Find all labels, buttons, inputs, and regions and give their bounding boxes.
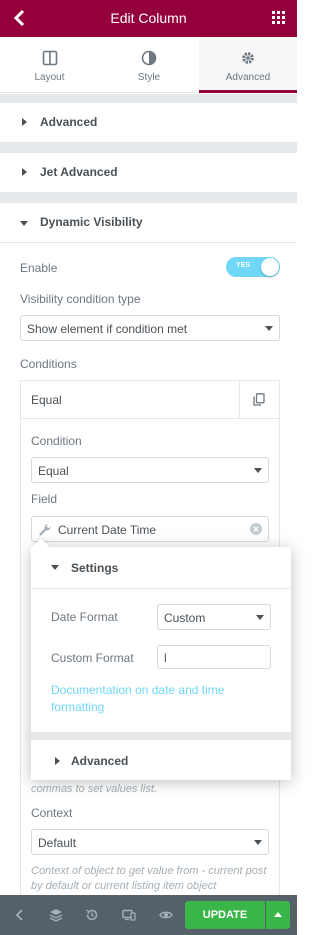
condition-select[interactable]: Equal [31, 457, 269, 483]
panel-tabs: Layout Style Advanced [0, 37, 297, 93]
caret-down-icon [20, 221, 28, 226]
panel-title: Edit Column [110, 10, 187, 26]
condition-label: Condition [31, 434, 82, 448]
condition-type-label: Visibility condition type [20, 292, 141, 306]
chevron-down-icon [254, 840, 262, 845]
responsive-icon[interactable] [122, 908, 136, 922]
custom-format-label: Custom Format [51, 651, 134, 665]
section-advanced[interactable]: Advanced [0, 103, 297, 143]
layout-icon [42, 50, 57, 66]
enable-label: Enable [20, 261, 58, 275]
custom-format-value: l [164, 651, 167, 665]
toggle-knob [261, 258, 279, 276]
chevron-down-icon [265, 326, 273, 331]
chevron-down-icon [254, 468, 262, 473]
date-format-value: Custom [164, 611, 206, 625]
condition-item-header[interactable]: Equal [21, 381, 279, 419]
section-divider [0, 94, 297, 103]
layers-icon[interactable] [49, 908, 63, 922]
popover-divider [31, 732, 291, 740]
custom-format-input[interactable]: l [157, 645, 271, 669]
condition-value: Equal [38, 464, 69, 478]
chevron-left-icon[interactable] [13, 908, 27, 922]
popover-settings-label: Settings [71, 561, 119, 575]
panel-header: Edit Column [0, 0, 297, 37]
values-description: commas to set values list. [31, 783, 157, 795]
date-format-label: Date Format [51, 610, 118, 624]
copy-icon [253, 393, 265, 406]
toggle-yes-text: YES [236, 262, 251, 269]
documentation-link[interactable]: Documentation on date and time formattin… [51, 682, 271, 716]
section-divider [0, 143, 297, 153]
update-button[interactable]: UPDATE [185, 901, 265, 929]
tab-style-label: Style [137, 72, 161, 83]
condition-type-value: Show element if condition met [27, 322, 188, 336]
chevron-down-icon [256, 615, 264, 620]
clear-icon[interactable] [250, 523, 262, 535]
date-format-select[interactable]: Custom [157, 604, 271, 630]
caret-right-icon [22, 168, 27, 176]
context-select[interactable]: Default [31, 829, 269, 855]
section-divider [0, 193, 297, 203]
field-value: Current Date Time [58, 523, 157, 537]
panel-footer: UPDATE [0, 895, 297, 935]
condition-item-title: Equal [31, 393, 62, 407]
tab-style[interactable]: Style [99, 37, 199, 93]
caret-down-icon [51, 565, 59, 570]
enable-toggle[interactable]: YES [226, 257, 280, 277]
field-settings-popover: Settings Date Format Custom Custom Forma… [31, 538, 291, 780]
section-advanced-label: Advanced [40, 115, 98, 129]
gear-icon [242, 52, 254, 64]
duplicate-button[interactable] [239, 381, 279, 419]
popover-advanced-section[interactable]: Advanced [31, 740, 291, 780]
popover-advanced-label: Advanced [71, 754, 129, 768]
section-dynamic-visibility[interactable]: Dynamic Visibility [0, 203, 297, 243]
wrench-icon[interactable] [38, 523, 52, 537]
field-select[interactable]: Current Date Time [31, 516, 269, 542]
history-icon[interactable] [85, 908, 99, 922]
context-value: Default [38, 836, 77, 850]
update-options-button[interactable] [266, 901, 290, 929]
tab-layout[interactable]: Layout [0, 37, 99, 93]
conditions-label: Conditions [20, 357, 77, 371]
tab-advanced-label: Advanced [225, 72, 271, 83]
section-jet-advanced-label: Jet Advanced [40, 165, 118, 179]
eye-icon[interactable] [159, 908, 173, 922]
caret-up-icon [274, 912, 282, 917]
context-label: Context [31, 806, 73, 820]
tab-advanced[interactable]: Advanced [199, 37, 297, 93]
tab-layout-label: Layout [34, 72, 65, 83]
context-description: Context of object to get value from - cu… [31, 865, 267, 892]
condition-type-select[interactable]: Show element if condition met [20, 315, 280, 341]
grid-menu-icon[interactable] [272, 11, 285, 24]
section-dynamic-visibility-label: Dynamic Visibility [40, 215, 143, 229]
caret-right-icon [22, 118, 27, 126]
caret-right-icon [55, 757, 60, 765]
field-label: Field [31, 492, 58, 506]
half-circle-icon [141, 50, 157, 66]
section-jet-advanced[interactable]: Jet Advanced [0, 153, 297, 193]
popover-settings-section[interactable]: Settings [31, 547, 291, 589]
